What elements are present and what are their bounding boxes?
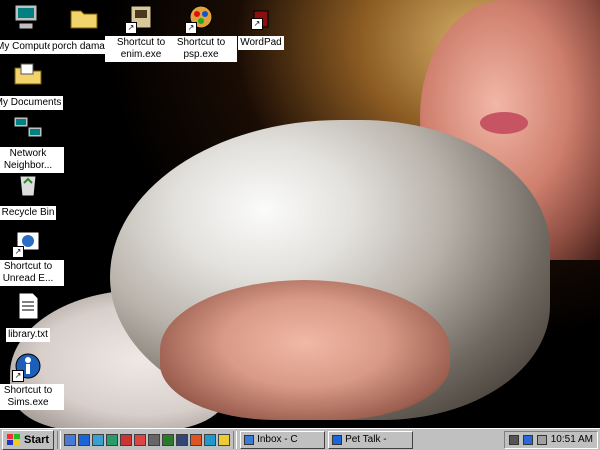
desktop-icon-network[interactable]: Network Neighbor...	[0, 113, 64, 173]
desktop-shortcut-icon[interactable]	[64, 433, 77, 446]
shortcut-arrow-icon: ↗	[251, 18, 263, 30]
disk-icon[interactable]	[204, 433, 217, 446]
network-icon	[12, 113, 44, 145]
desktop-icon-label: Shortcut to Sims.exe	[0, 384, 64, 410]
task-label: Inbox - C	[257, 434, 298, 445]
program-icon[interactable]	[176, 433, 189, 446]
folder-icon	[68, 2, 100, 34]
browser-icon	[332, 434, 343, 445]
quick-launch	[64, 433, 231, 446]
desktop-icon-label: Shortcut to Unread E...	[0, 260, 64, 286]
system-tray: 10:51 AM	[503, 430, 598, 449]
desktop-icon-label: My Documents	[0, 96, 64, 110]
computer-icon	[10, 2, 42, 34]
photo-icon[interactable]	[190, 433, 203, 446]
desktop-icon-unread-email[interactable]: ↗ Shortcut to Unread E...	[0, 226, 64, 286]
channel-icon[interactable]	[106, 433, 119, 446]
desktop-icon-sims[interactable]: ↗ Shortcut to Sims.exe	[0, 350, 64, 410]
email-icon: ↗	[12, 226, 44, 258]
volume-icon[interactable]	[536, 434, 547, 445]
documents-folder-icon	[12, 58, 44, 90]
desktop-icon-my-documents[interactable]: My Documents	[0, 58, 64, 110]
network-tray-icon[interactable]	[522, 434, 533, 445]
start-label: Start	[24, 433, 50, 446]
desktop-icon-label: Recycle Bin	[0, 206, 57, 220]
desktop-icon-label: library.txt	[6, 328, 50, 342]
printer-tray-icon[interactable]	[508, 434, 519, 445]
task-inbox[interactable]: Inbox - C	[240, 430, 326, 449]
shortcut-arrow-icon: ↗	[125, 22, 137, 34]
shortcut-arrow-icon: ↗	[185, 22, 197, 34]
tool-icon[interactable]	[148, 433, 161, 446]
desktop: My Computer porch damage ↗ Shortcut to e…	[0, 0, 600, 428]
taskbar-separator	[57, 430, 62, 449]
media-icon[interactable]	[120, 433, 133, 446]
internet-explorer-icon[interactable]	[78, 433, 91, 446]
task-pet-talk[interactable]: Pet Talk -	[328, 430, 414, 449]
spreadsheet-icon[interactable]	[162, 433, 175, 446]
wordpad-icon: ↗	[251, 10, 271, 30]
shortcut-arrow-icon: ↗	[12, 370, 24, 382]
desktop-icon-label: WordPad	[238, 36, 284, 50]
mail-app-icon	[244, 434, 255, 445]
recycle-bin-icon	[12, 168, 44, 200]
game-icon: ↗	[12, 350, 44, 382]
outlook-express-icon[interactable]	[92, 433, 105, 446]
app-launch-icon[interactable]	[134, 433, 147, 446]
clock: 10:51 AM	[550, 434, 593, 445]
text-file-icon	[12, 290, 44, 322]
shortcut-arrow-icon: ↗	[12, 246, 24, 258]
smiley-icon[interactable]	[218, 433, 231, 446]
taskbar: Start Inbox - C Pet Talk - 10:51 AM	[0, 428, 600, 450]
paint-app-icon: ↗	[185, 2, 217, 34]
desktop-icon-wordpad[interactable]: ↗ WordPad	[225, 10, 297, 50]
start-button[interactable]: Start	[2, 429, 55, 450]
app-icon: ↗	[125, 2, 157, 34]
desktop-icon-recycle-bin[interactable]: Recycle Bin	[0, 168, 64, 220]
windows-logo-icon	[7, 433, 20, 445]
taskbar-separator	[233, 430, 238, 449]
desktop-icon-library-txt[interactable]: library.txt	[0, 290, 64, 342]
task-label: Pet Talk -	[345, 434, 387, 445]
